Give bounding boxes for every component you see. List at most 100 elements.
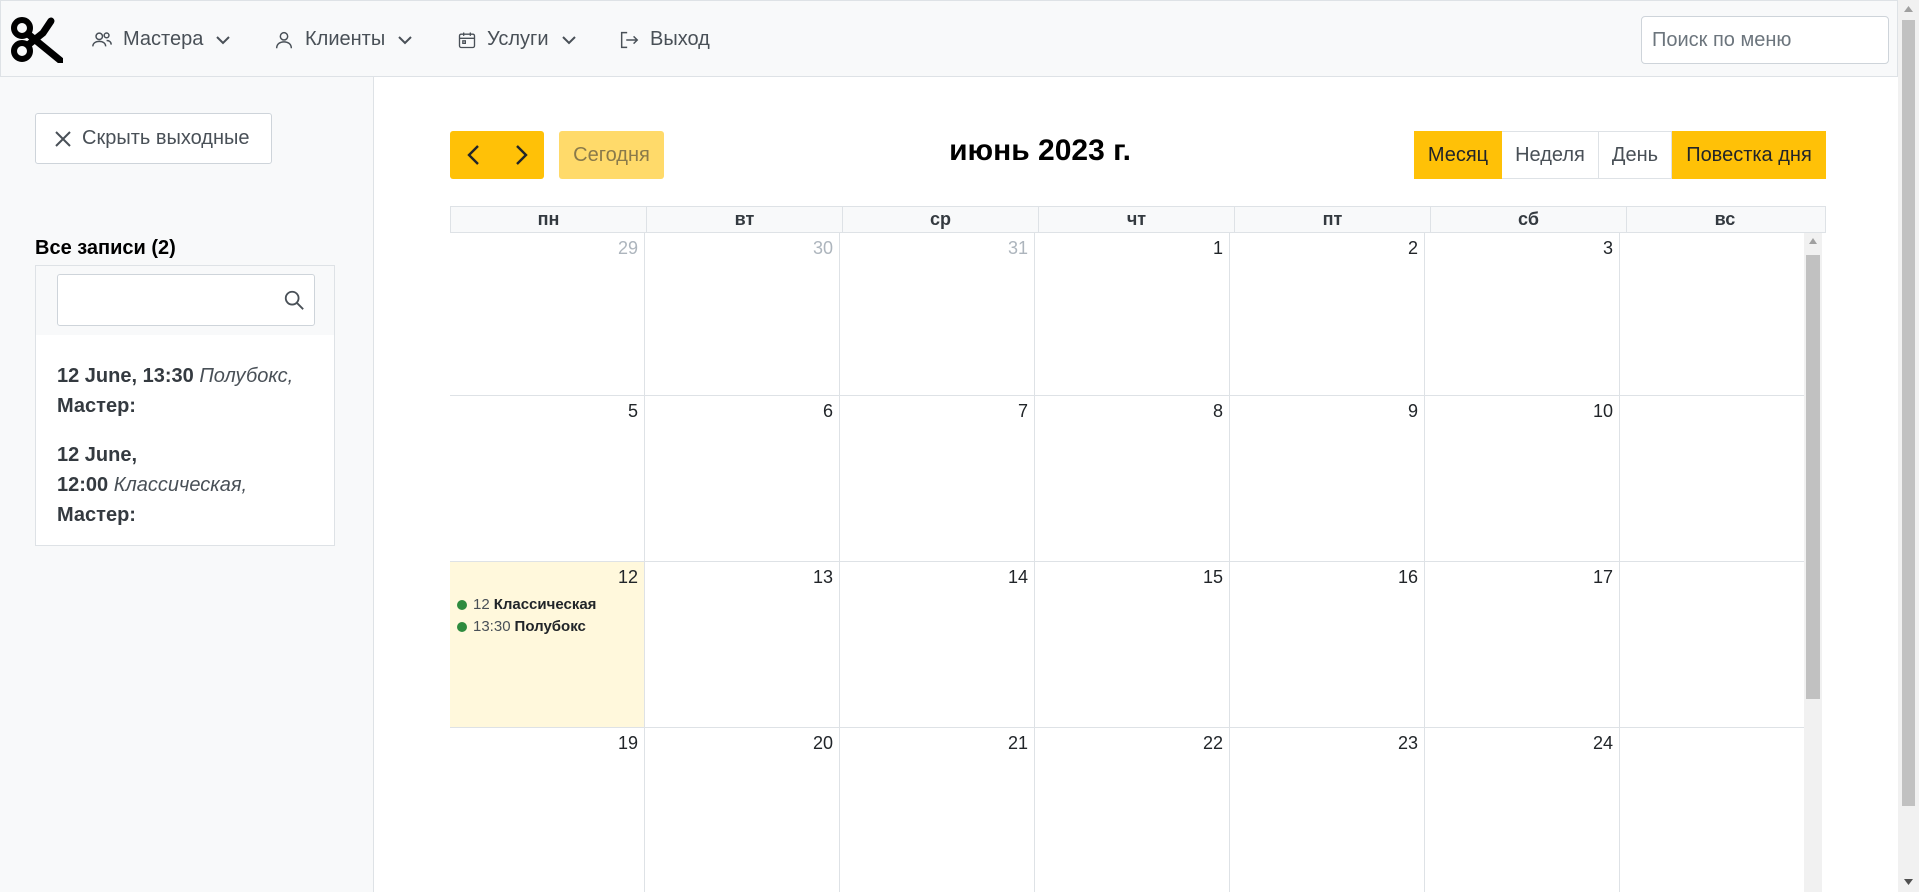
day-number: 3: [1602, 238, 1613, 258]
day-cell[interactable]: 13: [644, 562, 840, 728]
records-search-area: [36, 266, 334, 335]
chevron-left-icon: [466, 145, 479, 165]
nav-services-label: Услуги: [487, 28, 549, 50]
next-month-button[interactable]: [497, 131, 544, 179]
day-number: 14: [1007, 567, 1028, 587]
logout-icon: [620, 31, 639, 48]
sidebar: Скрыть выходные Все записи (2) 12 June, …: [0, 77, 374, 892]
day-number: 31: [1007, 238, 1028, 258]
record-service: Классическая,: [113, 474, 248, 496]
scroll-down-arrow-icon[interactable]: [1903, 878, 1914, 886]
calendar-icon: [458, 32, 476, 48]
scroll-up-arrow-icon[interactable]: [1808, 237, 1818, 245]
day-number: 12: [617, 567, 638, 587]
day-number: 10: [1592, 401, 1613, 421]
nav-clients-label: Клиенты: [305, 28, 386, 50]
prev-next-group: [450, 131, 544, 179]
view-agenda-button[interactable]: Повестка дня: [1672, 131, 1826, 179]
day-cell[interactable]: 15: [1034, 562, 1230, 728]
day-number: 22: [1202, 733, 1223, 753]
event-time: 13:30: [473, 618, 511, 635]
week-row: 29 30 31 1 2 3: [450, 232, 1804, 396]
day-cell[interactable]: 5: [450, 396, 645, 562]
page-scrollbar-thumb[interactable]: [1902, 20, 1915, 806]
day-number: 29: [617, 238, 638, 258]
day-number: 8: [1212, 401, 1223, 421]
day-number: 2: [1407, 238, 1418, 258]
day-cell[interactable]: 1: [1619, 396, 1804, 562]
event-dot: [457, 599, 467, 610]
day-number: 30: [812, 238, 833, 258]
day-cell[interactable]: 6: [644, 396, 840, 562]
record-service: Полубокс,: [199, 365, 294, 387]
day-cell[interactable]: 9: [1229, 396, 1425, 562]
prev-month-button[interactable]: [450, 131, 497, 179]
day-number: 23: [1397, 733, 1418, 753]
record-item[interactable]: 12 June, 12:00 Классическая, Мастер:: [57, 440, 307, 530]
chevron-down-icon: [561, 35, 576, 44]
day-cell[interactable]: 1: [1034, 233, 1230, 396]
calendar-event[interactable]: 13:30 Полубокс: [457, 618, 586, 635]
day-cell[interactable]: 29: [450, 233, 645, 396]
search-icon[interactable]: [283, 289, 305, 311]
day-cell-today[interactable]: 12 12 Классическая 13:30 Полубокс: [450, 562, 645, 728]
day-cell[interactable]: 30: [644, 233, 840, 396]
view-month-button[interactable]: Месяц: [1414, 131, 1502, 179]
nav-services[interactable]: Услуги: [457, 1, 577, 78]
day-number: 16: [1397, 567, 1418, 587]
nav-clients[interactable]: Клиенты: [273, 1, 413, 78]
record-item[interactable]: 12 June, 13:30 Полубокс, Мастер:: [57, 361, 307, 421]
calendar-event[interactable]: 12 Классическая: [457, 596, 596, 613]
month-grid: 29 30 31 1 2 3 5 6 7 8 9 10 1 12 12 Клас…: [450, 232, 1804, 892]
nav-masters[interactable]: Мастера: [91, 1, 231, 78]
view-day-button[interactable]: День: [1599, 131, 1672, 179]
view-week-button[interactable]: Неделя: [1502, 131, 1599, 179]
day-cell[interactable]: 3: [1424, 233, 1620, 396]
menu-search-input[interactable]: [1641, 16, 1889, 64]
record-master: Мастер:: [57, 395, 136, 417]
day-cell[interactable]: 19: [450, 728, 645, 892]
day-cell[interactable]: 24: [1424, 728, 1620, 892]
day-cell[interactable]: 17: [1424, 562, 1620, 728]
week-row: 12 12 Классическая 13:30 Полубокс 13 14 …: [450, 561, 1804, 728]
chevron-right-icon: [515, 145, 528, 165]
day-cell[interactable]: 2: [1619, 728, 1804, 892]
scissors-logo-icon[interactable]: [11, 15, 63, 63]
top-navbar: Мастера Клиенты Услуги Выход: [0, 0, 1898, 77]
day-cell[interactable]: 2: [1229, 233, 1425, 396]
day-cell[interactable]: 10: [1424, 396, 1620, 562]
chevron-down-icon: [216, 35, 231, 44]
user-icon: [275, 31, 293, 48]
weekday-label: пн: [451, 207, 647, 232]
day-cell[interactable]: [1619, 233, 1804, 396]
day-cell[interactable]: 16: [1229, 562, 1425, 728]
scroll-up-arrow-icon[interactable]: [1903, 5, 1914, 13]
day-number: 5: [627, 401, 638, 421]
hide-weekends-button[interactable]: Скрыть выходные: [35, 113, 272, 164]
record-time: 12 June, 13:30: [57, 365, 194, 387]
day-number: 13: [812, 567, 833, 587]
event-name: Полубокс: [514, 618, 586, 635]
calendar-scrollbar-thumb[interactable]: [1806, 255, 1820, 699]
today-button[interactable]: Сегодня: [559, 131, 664, 179]
day-number: 7: [1017, 401, 1028, 421]
day-cell[interactable]: 21: [839, 728, 1035, 892]
day-cell[interactable]: 8: [1034, 396, 1230, 562]
day-number: 9: [1407, 401, 1418, 421]
close-icon: [55, 130, 71, 147]
records-panel: 12 June, 13:30 Полубокс, Мастер: 12 June…: [35, 265, 335, 546]
day-cell[interactable]: 20: [644, 728, 840, 892]
records-search-input[interactable]: [57, 274, 315, 326]
day-cell[interactable]: 14: [839, 562, 1035, 728]
nav-logout-label: Выход: [650, 28, 710, 50]
nav-logout[interactable]: Выход: [618, 1, 710, 78]
day-cell[interactable]: 7: [839, 396, 1035, 562]
day-cell[interactable]: 22: [1034, 728, 1230, 892]
day-cell[interactable]: 23: [1229, 728, 1425, 892]
day-cell[interactable]: 1: [1619, 562, 1804, 728]
day-cell[interactable]: 31: [839, 233, 1035, 396]
event-dot: [457, 621, 467, 632]
weekday-label: чт: [1039, 207, 1235, 232]
day-number: 17: [1592, 567, 1613, 587]
nav-masters-label: Мастера: [123, 28, 204, 50]
